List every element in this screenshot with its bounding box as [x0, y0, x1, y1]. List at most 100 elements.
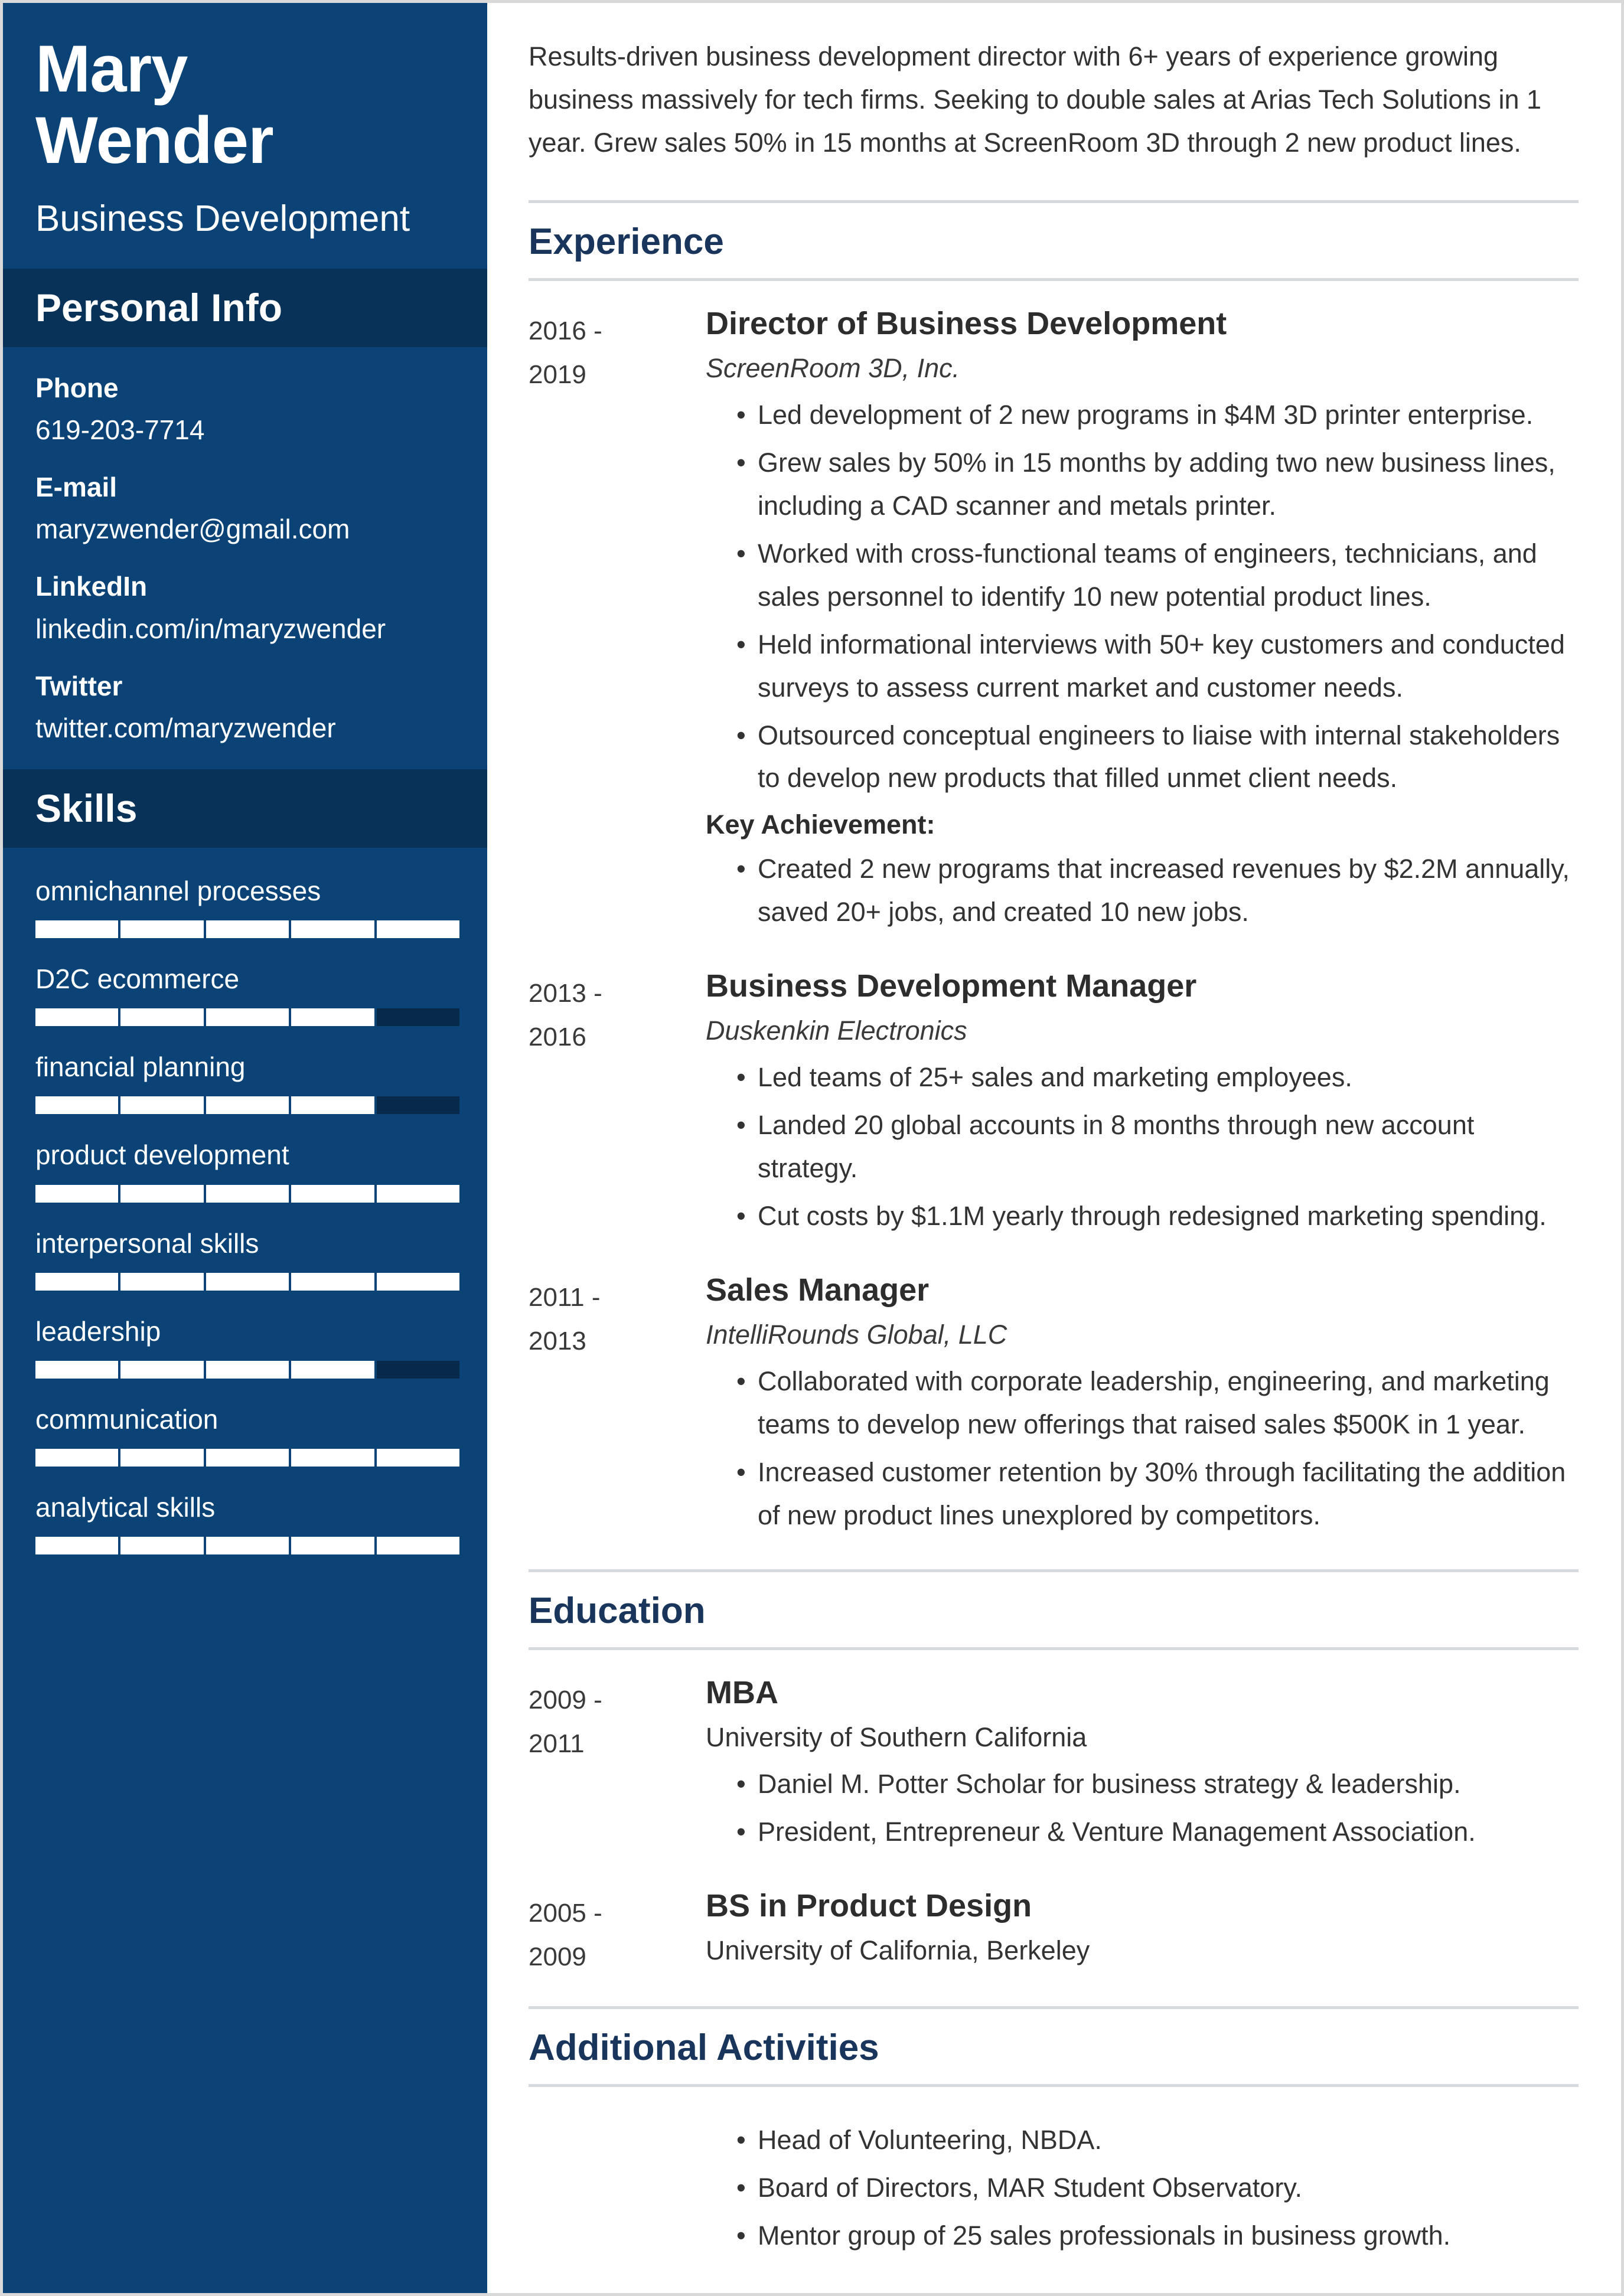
divider-above-education [529, 1569, 1579, 1572]
skill-item: interpersonal skills [35, 1227, 460, 1291]
experience-dates: 2011 - 2013 [529, 1271, 706, 1542]
education-body: BS in Product Design University of Califo… [706, 1887, 1579, 1979]
skills-list: omnichannel processes D2C ecommerce financ… [3, 848, 487, 1615]
bullet-item: Led teams of 25+ sales and marketing emp… [736, 1056, 1579, 1099]
bullet-list: Daniel M. Potter Scholar for business st… [706, 1763, 1579, 1854]
skill-item: financial planning [35, 1051, 460, 1115]
skill-level-segment [35, 1008, 119, 1027]
skill-name: D2C ecommerce [35, 963, 240, 994]
skill-level-segment [120, 1449, 204, 1467]
date-end: 2019 [529, 360, 586, 389]
skill-level-segment [120, 1360, 204, 1379]
skill-level-segment [35, 920, 119, 938]
divider-above-activities [529, 2006, 1579, 2009]
job-title: Business Development Manager [706, 968, 1197, 1004]
linkedin-value[interactable]: linkedin.com/in/maryzwender [35, 613, 455, 645]
twitter-label: Twitter [35, 670, 123, 701]
date-end: 2011 [529, 1729, 585, 1758]
school-name: University of California, Berkeley [706, 1935, 1090, 1965]
date-start: 2013 - [529, 979, 602, 1008]
skill-level-segment [291, 1449, 374, 1467]
skill-level-segment [120, 1008, 204, 1027]
bullet-item: Created 2 new programs that increased re… [736, 848, 1579, 934]
main-content: Results-driven business development dire… [487, 3, 1621, 2293]
skill-level-segment [120, 1272, 204, 1291]
school-name: University of Southern California [706, 1722, 1087, 1752]
skill-level-segment [206, 1272, 289, 1291]
skill-item: leadership [35, 1315, 460, 1379]
phone-label: Phone [35, 372, 119, 403]
skill-item: D2C ecommerce [35, 963, 460, 1027]
bullet-list: Led development of 2 new programs in $4M… [706, 394, 1579, 800]
degree-title: BS in Product Design [706, 1888, 1032, 1924]
skill-name: communication [35, 1403, 219, 1435]
experience-body: Director of Business Development ScreenRo… [706, 305, 1579, 939]
skill-item: product development [35, 1139, 460, 1203]
professional-summary: Results-driven business development dire… [529, 41, 1542, 158]
skill-level-segment [291, 1360, 374, 1379]
bullet-item: Held informational interviews with 50+ k… [736, 623, 1579, 710]
bullet-item: Outsourced conceptual engineers to liais… [736, 714, 1579, 801]
skill-level-segment [120, 1096, 204, 1115]
experience-body: Sales Manager IntelliRounds Global, LLC Co… [706, 1271, 1579, 1542]
sidebar-header: Mary Wender Business Development [3, 3, 487, 269]
candidate-job-title: Business Development [35, 198, 410, 239]
skill-level-bar [35, 920, 460, 938]
email-value[interactable]: maryzwender@gmail.com [35, 513, 455, 546]
twitter-value[interactable]: twitter.com/maryzwender [35, 712, 455, 744]
education-entry: 2009 - 2011 MBA University of Southern Cali… [529, 1674, 1579, 1859]
skill-level-segment [206, 1184, 289, 1203]
skill-item: communication [35, 1403, 460, 1467]
education-entry: 2005 - 2009 BS in Product Design University… [529, 1887, 1579, 1979]
skill-name: financial planning [35, 1051, 246, 1083]
skill-level-bar [35, 1449, 460, 1467]
candidate-name: Mary Wender [35, 33, 455, 177]
personal-info-header: Personal Info [3, 269, 487, 347]
bullet-item: Collaborated with corporate leadership, … [736, 1360, 1579, 1446]
skill-level-bar [35, 1360, 460, 1379]
experience-body: Business Development Manager Duskenkin El… [706, 967, 1579, 1243]
skill-level-segment [291, 1096, 374, 1115]
job-title: Sales Manager [706, 1272, 930, 1308]
skill-level-segment [120, 1537, 204, 1555]
skills-heading: Skills [35, 786, 138, 831]
bullet-item: Grew sales by 50% in 15 months by adding… [736, 442, 1579, 528]
skill-level-segment [291, 1537, 374, 1555]
personal-info-list: Phone 619-203-7714 E-mail maryzwender@gm… [3, 347, 487, 770]
bullet-item: Worked with cross-functional teams of en… [736, 533, 1579, 619]
date-start: 2005 - [529, 1899, 602, 1928]
date-end: 2016 [529, 1022, 586, 1051]
skill-level-segment [291, 1272, 374, 1291]
date-end: 2013 [529, 1326, 586, 1356]
bullet-list: Collaborated with corporate leadership, … [706, 1360, 1579, 1537]
email-label: E-mail [35, 472, 118, 503]
bullet-item: Landed 20 global accounts in 8 months th… [736, 1104, 1579, 1190]
phone-value[interactable]: 619-203-7714 [35, 414, 455, 446]
skill-level-segment [291, 1184, 374, 1203]
skill-level-segment [206, 1449, 289, 1467]
skill-level-segment [291, 1008, 374, 1027]
activity-item: Head of Volunteering, NBDA. [736, 2119, 1579, 2162]
skill-level-segment [206, 1096, 289, 1115]
skill-level-bar [35, 1008, 460, 1027]
resume-page: Mary Wender Business Development Persona… [0, 0, 1624, 2296]
personal-info-item-twitter: Twitter twitter.com/maryzwender [35, 670, 455, 744]
divider-above-experience [529, 200, 1579, 203]
bullet-list: Created 2 new programs that increased re… [706, 848, 1579, 934]
personal-info-item-phone: Phone 619-203-7714 [35, 372, 455, 446]
bullet-item: President, Entrepreneur & Venture Manage… [736, 1811, 1579, 1854]
job-title: Director of Business Development [706, 305, 1227, 341]
skill-level-segment [35, 1184, 119, 1203]
education-dates: 2005 - 2009 [529, 1887, 706, 1979]
skill-level-segment [376, 1449, 460, 1467]
key-achievement-label: Key Achievement: [706, 809, 935, 840]
experience-dates: 2016 - 2019 [529, 305, 706, 939]
skill-level-segment [376, 1096, 460, 1115]
skill-name: analytical skills [35, 1492, 216, 1523]
education-dates: 2009 - 2011 [529, 1674, 706, 1859]
activities-wrap: Head of Volunteering, NBDA. Board of Dire… [529, 2087, 1579, 2258]
